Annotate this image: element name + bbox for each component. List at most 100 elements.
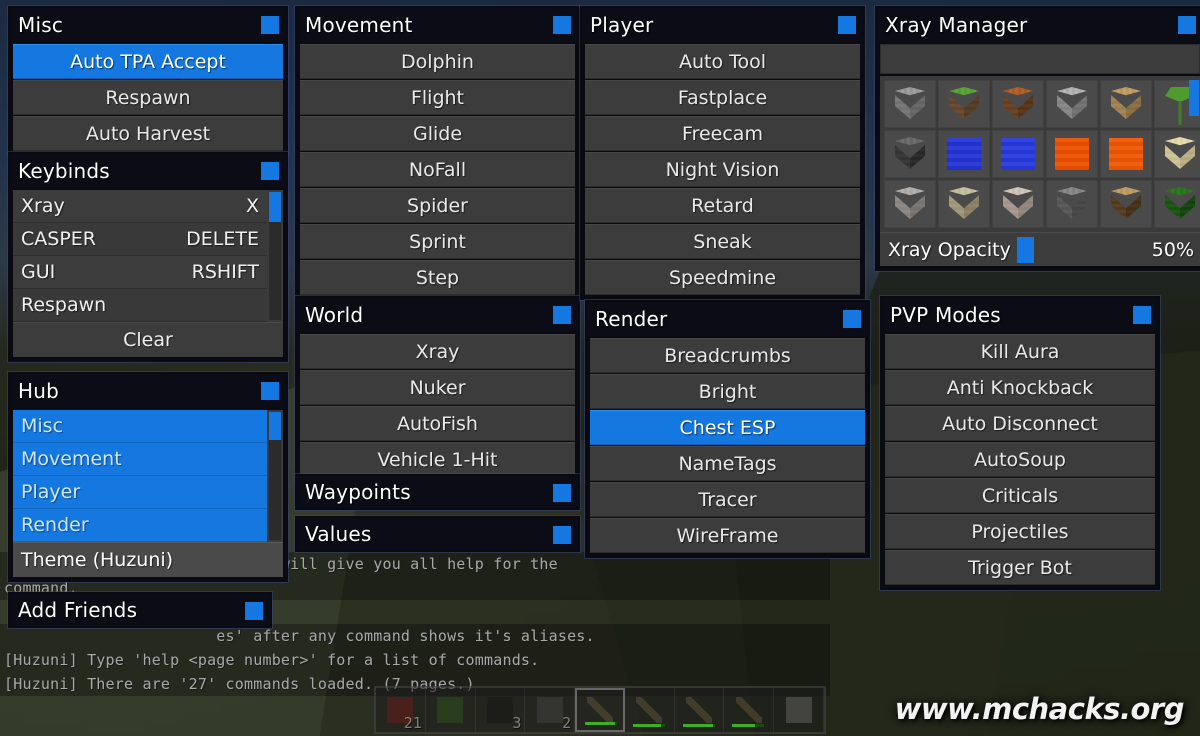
panel-pvp-modes-header[interactable]: PVP Modes	[882, 298, 1158, 332]
hub-scrollbar-thumb[interactable]	[269, 412, 281, 440]
panel-world[interactable]: World Xray Nuker AutoFish Vehicle 1-Hit	[295, 296, 580, 482]
hub-theme-button[interactable]: Theme (Huzuni)	[13, 542, 283, 577]
panel-xray-manager-header[interactable]: Xray Manager	[877, 8, 1200, 42]
hotbar-slot-shovel[interactable]	[625, 688, 675, 732]
mod-player-auto-tool[interactable]: Auto Tool	[585, 44, 860, 79]
panel-waypoints[interactable]: Waypoints	[295, 474, 580, 510]
xray-block-oak-log[interactable]	[1100, 180, 1152, 228]
mod-player-night-vision[interactable]: Night Vision	[585, 152, 860, 187]
mod-player-fastplace[interactable]: Fastplace	[585, 80, 860, 115]
mod-misc-auto-harvest[interactable]: Auto Harvest	[13, 116, 283, 151]
panel-keybinds-toggle-icon[interactable]	[261, 162, 279, 180]
keybind-scrollbar-thumb[interactable]	[269, 192, 281, 222]
xray-block-gold-ore[interactable]	[938, 180, 990, 228]
mod-movement-glide[interactable]: Glide	[300, 116, 575, 151]
hub-item-player[interactable]: Player	[13, 476, 267, 509]
xray-block-lava[interactable]	[1046, 130, 1098, 178]
panel-pvp-modes[interactable]: PVP Modes Kill Aura Anti Knockback Auto Di…	[880, 296, 1160, 590]
mod-render-wireframe[interactable]: WireFrame	[590, 518, 865, 553]
mod-pvp-trigger-bot[interactable]: Trigger Bot	[885, 550, 1155, 585]
panel-hub-toggle-icon[interactable]	[261, 382, 279, 400]
hub-list[interactable]: Misc Movement Player Render	[13, 410, 267, 542]
xray-block-leaves[interactable]	[1154, 180, 1200, 228]
mod-render-chest-esp[interactable]: Chest ESP	[590, 410, 865, 445]
panel-render-toggle-icon[interactable]	[843, 310, 861, 328]
mod-pvp-projectiles[interactable]: Projectiles	[885, 514, 1155, 549]
panel-hub[interactable]: Hub Misc Movement Player Render Theme (Huzu…	[8, 372, 288, 582]
mod-player-speedmine[interactable]: Speedmine	[585, 260, 860, 295]
hotbar-slot-hoe[interactable]	[724, 688, 775, 732]
mod-movement-nofall[interactable]: NoFall	[300, 152, 575, 187]
panel-keybinds[interactable]: Keybinds Xray X CASPER DELETE GUI RSHIFT Respa…	[8, 152, 288, 362]
mod-player-sneak[interactable]: Sneak	[585, 224, 860, 259]
panel-xray-manager-toggle-icon[interactable]	[1178, 16, 1196, 34]
hotbar-slot-redstone-block[interactable]: 21	[376, 688, 426, 732]
hub-item-render[interactable]: Render	[13, 509, 267, 542]
mod-world-xray[interactable]: Xray	[300, 334, 575, 369]
mod-movement-sprint[interactable]: Sprint	[300, 224, 575, 259]
xray-search-input[interactable]	[880, 44, 1200, 74]
mod-movement-step[interactable]: Step	[300, 260, 575, 295]
keybind-row[interactable]: CASPER DELETE	[13, 223, 267, 256]
xray-block-water[interactable]	[938, 130, 990, 178]
mod-world-vehicle-1-hit[interactable]: Vehicle 1-Hit	[300, 442, 575, 477]
mod-player-freecam[interactable]: Freecam	[585, 116, 860, 151]
xray-block-oak-planks[interactable]	[1100, 80, 1152, 128]
xray-opacity-slider[interactable]: Xray Opacity 50%	[880, 232, 1200, 266]
panel-world-header[interactable]: World	[297, 298, 578, 332]
keybind-row[interactable]: Respawn	[13, 289, 267, 322]
panel-values-toggle-icon[interactable]	[553, 526, 571, 544]
mod-movement-spider[interactable]: Spider	[300, 188, 575, 223]
mod-render-nametags[interactable]: NameTags	[590, 446, 865, 481]
mod-misc-auto-tpa-accept[interactable]: Auto TPA Accept	[13, 44, 283, 79]
keybinds-clear-button[interactable]: Clear	[13, 322, 283, 357]
xray-block-cobblestone[interactable]	[1046, 80, 1098, 128]
hub-item-misc[interactable]: Misc	[13, 410, 267, 443]
panel-player[interactable]: Player Auto Tool Fastplace Freecam Night Vi…	[580, 6, 865, 300]
mod-world-autofish[interactable]: AutoFish	[300, 406, 575, 441]
hotbar-slot-vines[interactable]	[426, 688, 476, 732]
xray-block-flowing-lava[interactable]	[1100, 130, 1152, 178]
hotbar-slot-flint[interactable]: 2	[525, 688, 576, 732]
panel-values[interactable]: Values	[295, 516, 580, 552]
panel-hub-header[interactable]: Hub	[10, 374, 286, 408]
hub-item-movement[interactable]: Movement	[13, 443, 267, 476]
mod-pvp-anti-knockback[interactable]: Anti Knockback	[885, 370, 1155, 405]
mod-render-bright[interactable]: Bright	[590, 374, 865, 409]
xray-block-flowing-water[interactable]	[992, 130, 1044, 178]
hotbar-slot-coal-block[interactable]: 3	[476, 688, 526, 732]
mod-render-breadcrumbs[interactable]: Breadcrumbs	[590, 338, 865, 373]
xray-block-dirt-podzol[interactable]	[992, 80, 1044, 128]
xray-block-iron-ore[interactable]	[992, 180, 1044, 228]
panel-player-toggle-icon[interactable]	[838, 16, 856, 34]
panel-movement[interactable]: Movement Dolphin Flight Glide NoFall Spider S…	[295, 6, 580, 300]
hotbar-slot-pickaxe[interactable]	[575, 688, 625, 732]
hotbar-slot-axe[interactable]	[675, 688, 725, 732]
panel-pvp-modes-toggle-icon[interactable]	[1133, 306, 1151, 324]
xray-block-coal-ore[interactable]	[1046, 180, 1098, 228]
panel-misc[interactable]: Misc Auto TPA Accept Respawn Auto Harvest	[8, 6, 288, 156]
mod-pvp-criticals[interactable]: Criticals	[885, 478, 1155, 513]
xray-scrollbar-thumb[interactable]	[1189, 80, 1199, 116]
xray-block-gravel[interactable]	[884, 180, 936, 228]
mod-misc-respawn[interactable]: Respawn	[13, 80, 283, 115]
mod-render-tracer[interactable]: Tracer	[590, 482, 865, 517]
mod-movement-dolphin[interactable]: Dolphin	[300, 44, 575, 79]
mod-player-retard[interactable]: Retard	[585, 188, 860, 223]
keybind-row[interactable]: Xray X	[13, 190, 267, 223]
panel-misc-header[interactable]: Misc	[10, 8, 286, 42]
panel-misc-toggle-icon[interactable]	[261, 16, 279, 34]
panel-xray-manager[interactable]: Xray Manager Xray Opacity 50%	[875, 6, 1200, 271]
panel-world-toggle-icon[interactable]	[553, 306, 571, 324]
xray-block-sand[interactable]	[1154, 130, 1200, 178]
xray-block-grid[interactable]	[884, 80, 1200, 228]
xray-block-bedrock[interactable]	[884, 130, 936, 178]
panel-add-friends-toggle-icon[interactable]	[245, 602, 263, 620]
panel-render-header[interactable]: Render	[587, 302, 868, 336]
panel-render[interactable]: Render Breadcrumbs Bright Chest ESP NameTag…	[585, 300, 870, 558]
keybind-list[interactable]: Xray X CASPER DELETE GUI RSHIFT Respawn	[13, 190, 283, 322]
mod-movement-flight[interactable]: Flight	[300, 80, 575, 115]
mod-pvp-kill-aura[interactable]: Kill Aura	[885, 334, 1155, 369]
keybind-row[interactable]: GUI RSHIFT	[13, 256, 267, 289]
panel-add-friends[interactable]: Add Friends	[8, 592, 272, 628]
